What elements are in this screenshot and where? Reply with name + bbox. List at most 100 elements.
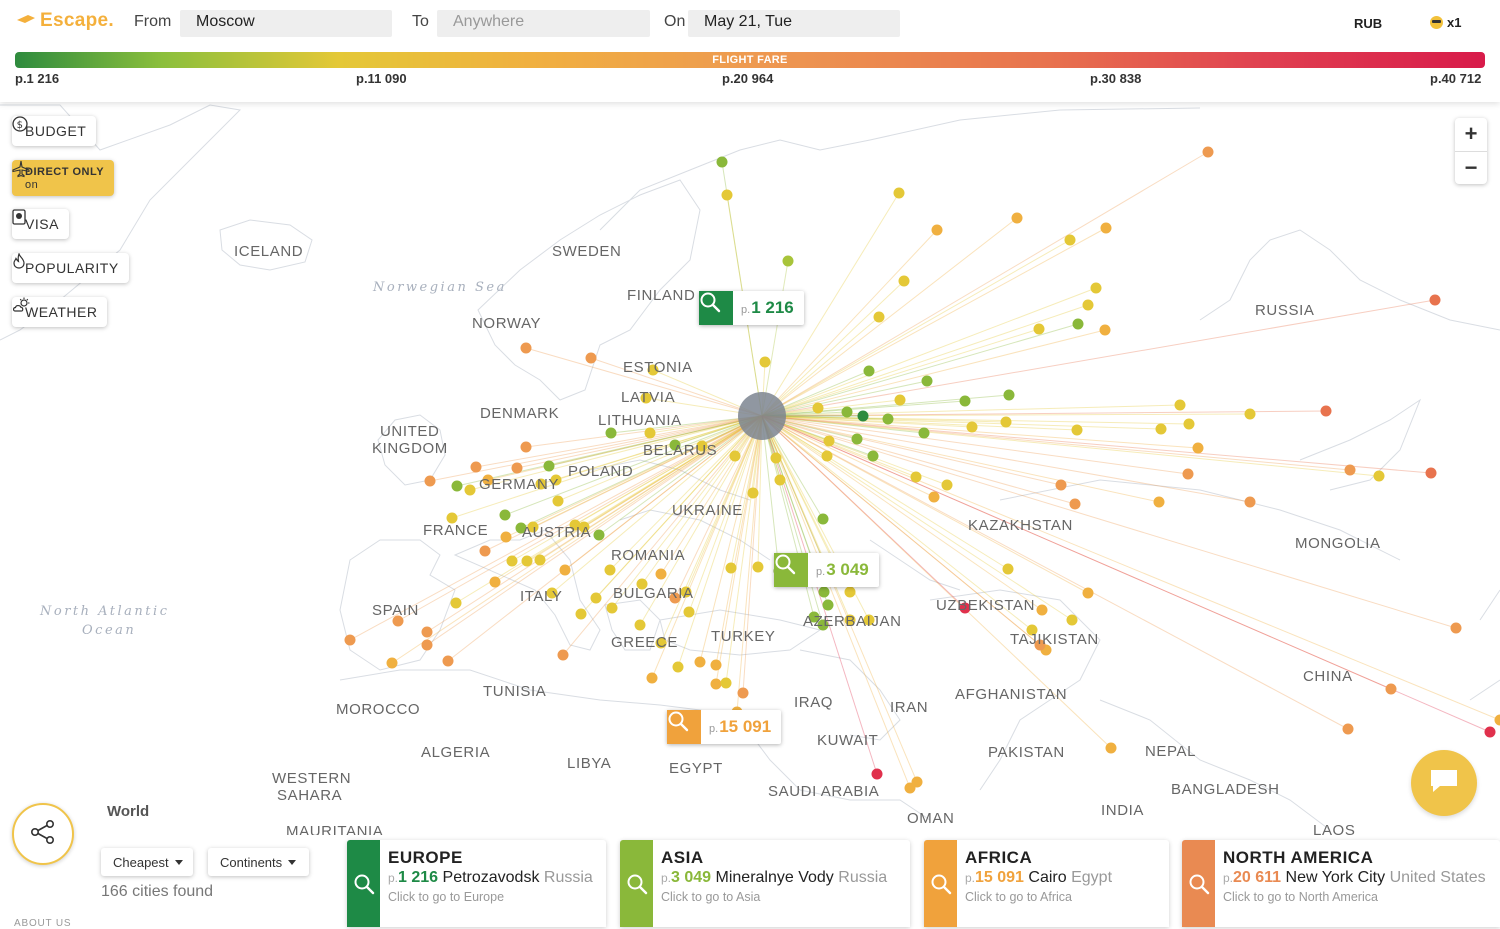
destination-dot[interactable] [1495, 715, 1500, 726]
destination-dot[interactable] [695, 657, 706, 668]
destination-dot[interactable] [605, 565, 616, 576]
destination-dot[interactable] [922, 376, 933, 387]
destination-dot[interactable] [1386, 684, 1397, 695]
destination-dot[interactable] [490, 577, 501, 588]
destination-dot[interactable] [760, 357, 771, 368]
destination-dot[interactable] [1072, 425, 1083, 436]
destination-dot[interactable] [512, 463, 523, 474]
destination-dot[interactable] [480, 546, 491, 557]
destination-dot[interactable] [748, 488, 759, 499]
destination-dot[interactable] [1070, 499, 1081, 510]
destination-dot[interactable] [1184, 419, 1195, 430]
destination-dot[interactable] [775, 475, 786, 486]
destination-dot[interactable] [960, 396, 971, 407]
destination-dot[interactable] [872, 769, 883, 780]
destination-dot[interactable] [1083, 300, 1094, 311]
destination-dot[interactable] [635, 620, 646, 631]
destination-dot[interactable] [591, 593, 602, 604]
destination-dot[interactable] [345, 635, 356, 646]
destination-dot[interactable] [864, 366, 875, 377]
zoom-in-button[interactable]: + [1455, 118, 1487, 151]
destination-dot[interactable] [883, 414, 894, 425]
destination-dot[interactable] [711, 679, 722, 690]
destination-dot[interactable] [823, 600, 834, 611]
destination-dot[interactable] [1056, 480, 1067, 491]
destination-dot[interactable] [874, 312, 885, 323]
destination-dot[interactable] [942, 480, 953, 491]
destination-dot[interactable] [560, 565, 571, 576]
destination-dot[interactable] [1003, 564, 1014, 575]
destination-dot[interactable] [645, 428, 656, 439]
destination-dot[interactable] [852, 434, 863, 445]
share-button[interactable] [12, 803, 74, 865]
destination-dot[interactable] [783, 256, 794, 267]
destination-dot[interactable] [1430, 295, 1441, 306]
zoom-out-button[interactable]: − [1455, 151, 1487, 184]
region-card-africa[interactable]: AFRICA p.15 091 Cairo Egypt Click to go … [924, 840, 1169, 927]
destination-dot[interactable] [1343, 724, 1354, 735]
destination-dot[interactable] [919, 428, 930, 439]
destination-dot[interactable] [911, 472, 922, 483]
destination-dot[interactable] [858, 411, 869, 422]
destination-dot[interactable] [1106, 743, 1117, 754]
destination-dot[interactable] [594, 530, 605, 541]
route-map[interactable]: ICELAND SWEDEN FINLAND NORWAY RUSSIA EST… [0, 102, 1500, 835]
destination-dot[interactable] [500, 510, 511, 521]
destination-dot[interactable] [576, 609, 587, 620]
destination-dot[interactable] [845, 587, 856, 598]
destination-dot[interactable] [501, 532, 512, 543]
destination-dot[interactable] [842, 407, 853, 418]
destination-dot[interactable] [717, 157, 728, 168]
destination-dot[interactable] [522, 556, 533, 567]
region-card-asia[interactable]: ASIA p.3 049 Mineralnye Vody Russia Clic… [620, 840, 910, 927]
destination-dot[interactable] [771, 453, 782, 464]
destination-dot[interactable] [586, 353, 597, 364]
destination-dot[interactable] [422, 627, 433, 638]
destination-dot[interactable] [465, 485, 476, 496]
destination-dot[interactable] [471, 462, 482, 473]
destination-dot[interactable] [1485, 727, 1496, 738]
direct-only-toggle[interactable]: DIRECT ONLYon [12, 160, 114, 196]
destination-dot[interactable] [553, 496, 564, 507]
destination-dot[interactable] [1193, 443, 1204, 454]
sort-dropdown[interactable]: Cheapest [101, 848, 193, 876]
from-input[interactable]: Moscow [180, 10, 392, 37]
destination-dot[interactable] [1037, 605, 1048, 616]
destination-dot[interactable] [425, 476, 436, 487]
destination-dot[interactable] [1345, 465, 1356, 476]
visa-filter-button[interactable]: VISA [12, 209, 69, 239]
destination-dot[interactable] [535, 555, 546, 566]
destination-dot[interactable] [721, 678, 732, 689]
destination-dot[interactable] [1451, 623, 1462, 634]
date-input[interactable]: May 21, Tue [688, 10, 900, 37]
destination-dot[interactable] [656, 569, 667, 580]
destination-dot[interactable] [1004, 390, 1015, 401]
destination-dot[interactable] [1100, 325, 1111, 336]
destination-dot[interactable] [558, 650, 569, 661]
destination-dot[interactable] [726, 563, 737, 574]
budget-filter-button[interactable]: $ BUDGET [12, 116, 96, 146]
breadcrumb-world[interactable]: World [107, 803, 149, 820]
currency-selector[interactable]: RUB [1354, 16, 1382, 31]
destination-dot[interactable] [822, 451, 833, 462]
destination-dot[interactable] [452, 481, 463, 492]
destination-dot[interactable] [813, 403, 824, 414]
destination-dot[interactable] [1156, 424, 1167, 435]
destination-dot[interactable] [684, 607, 695, 618]
passenger-selector[interactable]: x1 [1430, 15, 1461, 30]
destination-dot[interactable] [1154, 497, 1165, 508]
destination-dot[interactable] [1073, 319, 1084, 330]
destination-dot[interactable] [895, 395, 906, 406]
destination-dot[interactable] [929, 492, 940, 503]
destination-dot[interactable] [647, 673, 658, 684]
europe-price-pin[interactable]: p.1 216 [699, 291, 804, 325]
destination-dot[interactable] [1245, 497, 1256, 508]
destination-dot[interactable] [1183, 469, 1194, 480]
destination-dot[interactable] [711, 660, 722, 671]
destination-dot[interactable] [819, 587, 830, 598]
destination-dot[interactable] [1321, 406, 1332, 417]
destination-dot[interactable] [932, 225, 943, 236]
region-card-north-america[interactable]: NORTH AMERICA p.20 611 New York City Uni… [1182, 840, 1500, 927]
logo[interactable]: Escape. [16, 10, 114, 32]
destination-dot[interactable] [422, 640, 433, 651]
